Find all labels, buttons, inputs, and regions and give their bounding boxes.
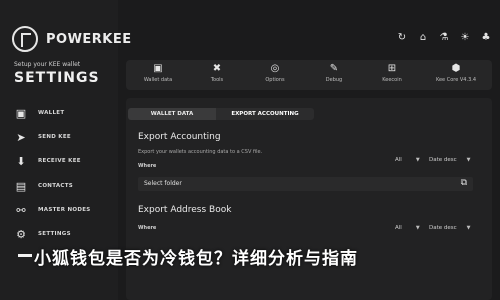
export-accounting-title: Export Accounting [138, 132, 221, 142]
export-address-book-title: Export Address Book [138, 205, 232, 215]
flask-icon[interactable]: ⚗ [438, 31, 450, 43]
gift-icon[interactable]: ⌂ [417, 31, 429, 43]
toolbar-options[interactable]: ◎ Options [245, 63, 305, 83]
toolbar-tools[interactable]: ✖ Tools [187, 63, 247, 83]
sidebar-item-label: WALLET [38, 110, 65, 116]
toolbar-debug[interactable]: ✎ Debug [304, 63, 364, 83]
dropdown-value: All [395, 225, 402, 231]
contacts-icon: ▤ [15, 179, 27, 193]
toolbar-wallet-data[interactable]: ▣ Wallet data [128, 63, 188, 83]
dropdown-value: Date desc [429, 225, 457, 231]
sidebar-item-master-nodes[interactable]: ⚯ MASTER NODES [14, 201, 91, 219]
overlay-title: 小狐钱包是否为冷钱包？详细分析与指南 [34, 248, 358, 269]
sidebar-item-label: RECEIVE KEE [38, 158, 81, 164]
toolbar-label: Keecoin [382, 77, 402, 83]
setup-text: Setup your KEE wallet [14, 61, 81, 68]
options-icon: ◎ [270, 63, 280, 74]
filter-date-dropdown[interactable]: Date desc ▼ [429, 157, 471, 163]
dropdown-value: Date desc [429, 157, 457, 163]
filter-date-dropdown[interactable]: Date desc ▼ [429, 225, 471, 231]
toolbar-label: Wallet data [143, 77, 173, 83]
toolbar-label: Options [265, 77, 285, 83]
chevron-down-icon: ▼ [415, 225, 420, 231]
wallet-icon: ▣ [153, 63, 163, 74]
folder-icon[interactable]: ⧉ [461, 178, 467, 188]
page-title: SETTINGS [14, 70, 100, 86]
export-accounting-subtitle: Export your wallets accounting data to a… [138, 149, 263, 155]
dropdown-value: All [395, 157, 402, 163]
sidebar-item-label: SEND KEE [38, 134, 71, 140]
sidebar-item-label: MASTER NODES [38, 207, 91, 213]
sidebar-item-wallet[interactable]: ▣ WALLET [14, 104, 64, 122]
top-icons: ↻ ⌂ ⚗ ☀ ♣ [396, 31, 492, 43]
receive-icon: ⬇ [16, 154, 26, 168]
debug-icon: ✎ [329, 63, 339, 74]
network-icon: ⚯ [16, 203, 26, 217]
sidebar-item-receive[interactable]: ⬇ RECEIVE KEE [14, 152, 81, 170]
toolbar-label: Tools [210, 77, 224, 83]
sidebar-item-label: SETTINGS [38, 231, 71, 237]
toolbar-keecoin[interactable]: ⊞ Keecoin [362, 63, 422, 83]
select-folder-field[interactable]: Select folder ⧉ [138, 177, 473, 191]
chevron-down-icon: ▼ [466, 157, 471, 163]
chevron-down-icon: ▼ [466, 225, 471, 231]
sidebar-item-contacts[interactable]: ▤ CONTACTS [14, 177, 73, 195]
sidebar-item-send[interactable]: ➤ SEND KEE [14, 128, 71, 146]
tab-wallet-data[interactable]: WALLET DATA [128, 108, 216, 120]
keecoin-icon: ⊞ [387, 63, 397, 74]
powerkee-logo [12, 26, 38, 52]
filter-all-dropdown[interactable]: All ▼ [395, 157, 420, 163]
chevron-down-icon: ▼ [415, 157, 420, 163]
toolbar-kee-core[interactable]: ⬢ Kee Core V4.3.4 [426, 63, 486, 83]
filter-all-dropdown[interactable]: All ▼ [395, 225, 420, 231]
refresh-icon[interactable]: ↻ [396, 31, 408, 43]
tab-bar: WALLET DATA EXPORT ACCOUNTING [128, 108, 314, 120]
toolbar-label: Kee Core V4.3.4 [435, 77, 477, 83]
where-label: Where [138, 225, 157, 231]
wallet-icon: ▣ [15, 106, 27, 120]
brand: POWERKEE [12, 26, 132, 52]
app-name: POWERKEE [46, 31, 132, 47]
sun-icon[interactable]: ☀ [459, 31, 471, 43]
tab-export-accounting[interactable]: EXPORT ACCOUNTING [216, 108, 314, 120]
where-label: Where [138, 163, 157, 169]
send-icon: ➤ [16, 130, 26, 144]
overlay-banner: 小狐钱包是否为冷钱包？详细分析与指南 [0, 238, 500, 274]
sidebar-item-label: CONTACTS [38, 183, 74, 189]
toolbar: ▣ Wallet data ✖ Tools ◎ Options ✎ Debug … [126, 60, 492, 90]
select-folder-label: Select folder [144, 180, 182, 187]
toolbar-label: Debug [325, 77, 343, 83]
core-icon: ⬢ [451, 63, 461, 74]
overlay-dash [18, 254, 32, 257]
tree-icon[interactable]: ♣ [480, 31, 492, 43]
tools-icon: ✖ [212, 63, 222, 74]
